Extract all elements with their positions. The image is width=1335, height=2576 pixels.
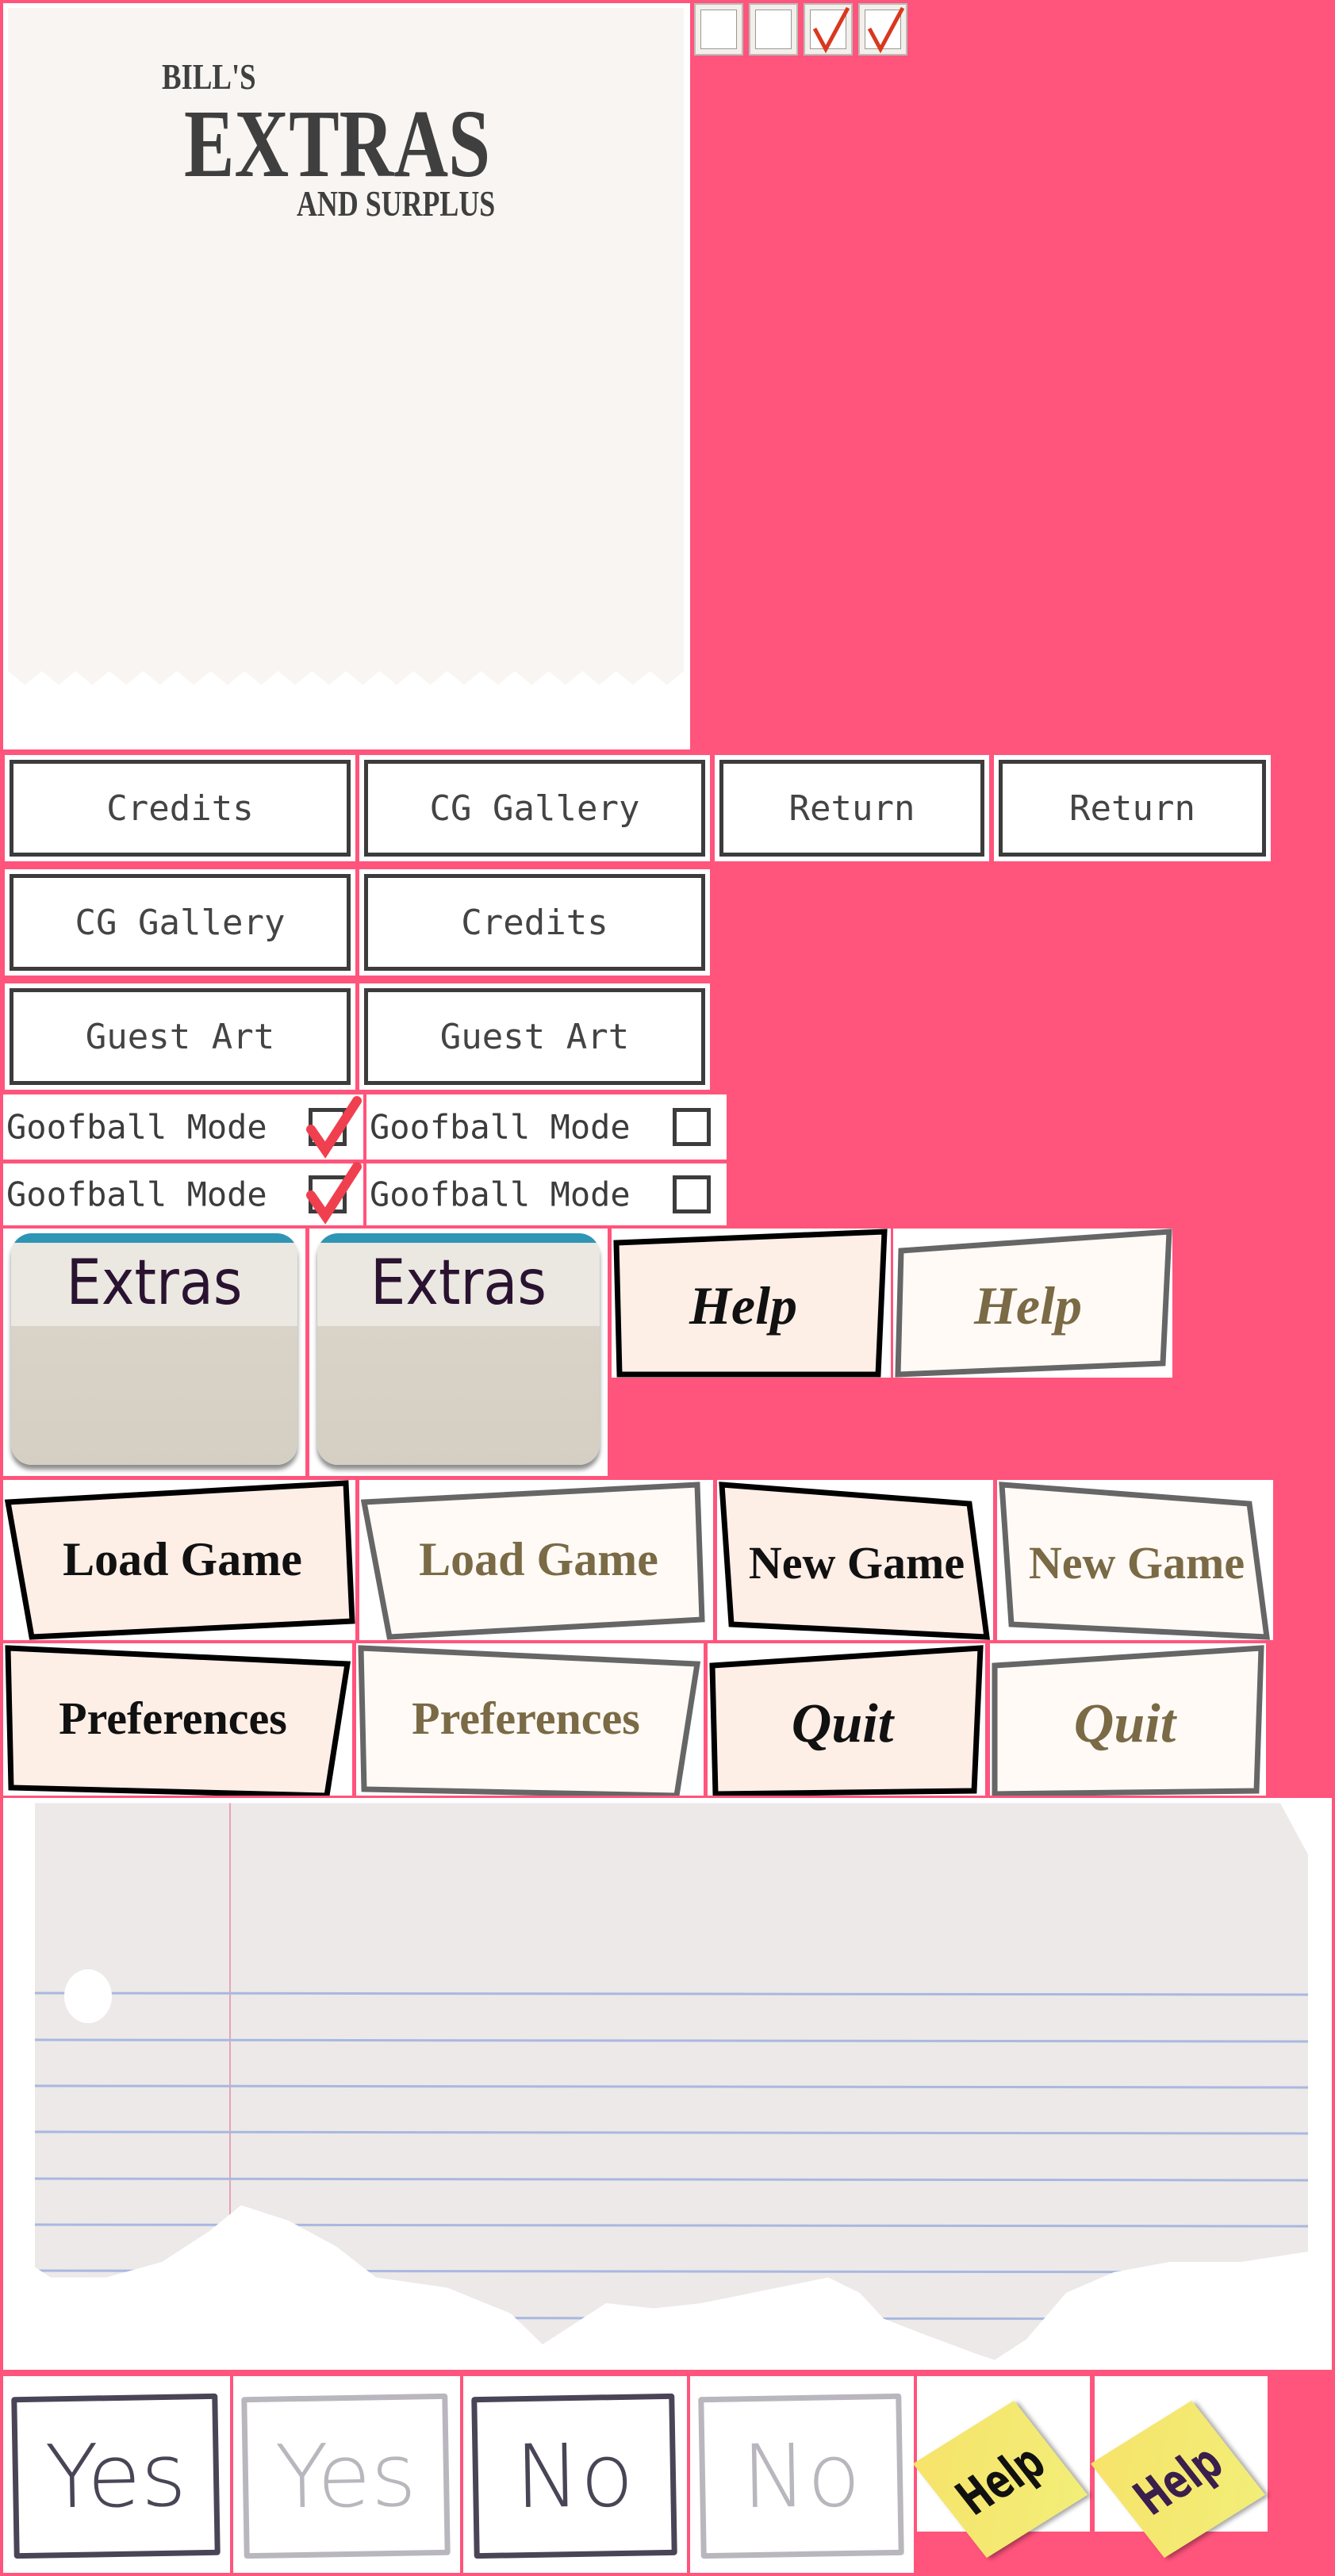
- button-label: Help: [973, 1275, 1082, 1336]
- checkbox-checked[interactable]: [804, 3, 853, 56]
- help-button-idle[interactable]: Help: [893, 1229, 1172, 1378]
- credits-button[interactable]: Credits: [5, 755, 355, 861]
- receipt-panel: BILL'S EXTRAS AND SURPLUS: [3, 3, 690, 749]
- button-label: No: [471, 2393, 677, 2559]
- button-label: CG Gallery: [10, 874, 351, 971]
- yes-button[interactable]: Yes: [3, 2376, 230, 2573]
- toggle-label: Goofball Mode: [370, 1107, 631, 1147]
- new-game-button[interactable]: New Game: [717, 1480, 993, 1640]
- checkbox-unchecked[interactable]: [694, 3, 743, 56]
- new-game-button-idle[interactable]: New Game: [997, 1480, 1273, 1640]
- tab-label: Extras: [66, 1248, 243, 1319]
- checkbox-checked[interactable]: [858, 3, 907, 56]
- button-label: Load Game: [419, 1533, 658, 1585]
- goofball-mode-toggle[interactable]: Goofball Mode: [3, 1162, 363, 1225]
- receipt-title-line3: AND SURPLUS: [297, 183, 496, 224]
- sticky-help-button[interactable]: Help: [912, 2376, 1090, 2559]
- toggle-box: [673, 1108, 711, 1146]
- button-label: Credits: [364, 874, 705, 971]
- return-button[interactable]: Return: [715, 755, 989, 861]
- button-label: Yes: [241, 2393, 451, 2559]
- credits-button[interactable]: Credits: [359, 869, 710, 976]
- checkmark-icon: [867, 6, 905, 54]
- extras-tab[interactable]: Extras: [3, 1229, 305, 1476]
- button-label: Return: [719, 760, 984, 857]
- goofball-mode-toggle[interactable]: Goofball Mode: [366, 1094, 727, 1160]
- checkbox-unchecked[interactable]: [749, 3, 798, 56]
- button-label: New Game: [749, 1537, 965, 1589]
- load-game-button[interactable]: Load Game: [3, 1480, 355, 1640]
- button-label: Help: [689, 1275, 797, 1336]
- toggle-box: [673, 1175, 711, 1213]
- guest-art-button[interactable]: Guest Art: [5, 983, 355, 1090]
- sticky-help-button-hover[interactable]: Help: [1090, 2376, 1268, 2559]
- button-label: Return: [999, 760, 1266, 857]
- toggle-label: Goofball Mode: [6, 1175, 267, 1214]
- button-label: Guest Art: [364, 988, 705, 1085]
- button-label: Help: [1122, 2432, 1233, 2526]
- checkmark-icon: [306, 1162, 362, 1225]
- return-button-hover[interactable]: Return: [994, 755, 1271, 861]
- button-label: Guest Art: [10, 988, 351, 1085]
- load-game-button-idle[interactable]: Load Game: [359, 1480, 713, 1640]
- button-label: Help: [945, 2432, 1056, 2526]
- help-button[interactable]: Help: [612, 1229, 891, 1378]
- toggle-label: Goofball Mode: [370, 1175, 631, 1214]
- button-label: Preferences: [59, 1692, 287, 1744]
- button-label: Yes: [11, 2393, 221, 2559]
- checkmark-icon: [812, 6, 850, 54]
- no-button[interactable]: No: [463, 2376, 687, 2573]
- preferences-button-idle[interactable]: Preferences: [356, 1643, 704, 1796]
- extras-tab-hover[interactable]: Extras: [309, 1229, 608, 1476]
- preferences-button[interactable]: Preferences: [3, 1643, 352, 1796]
- button-label: Load Game: [63, 1533, 302, 1585]
- cg-gallery-button[interactable]: CG Gallery: [359, 755, 710, 861]
- goofball-mode-toggle[interactable]: Goofball Mode: [366, 1163, 727, 1225]
- toggle-label: Goofball Mode: [6, 1107, 267, 1147]
- quit-button-idle[interactable]: Quit: [990, 1643, 1266, 1796]
- tab-label: Extras: [370, 1248, 547, 1319]
- button-label: Preferences: [412, 1692, 640, 1744]
- button-label: Credits: [10, 760, 351, 857]
- yes-button-idle[interactable]: Yes: [233, 2376, 460, 2573]
- button-label: CG Gallery: [364, 760, 705, 857]
- notebook-paper-frame: [3, 1798, 1332, 2370]
- button-label: New Game: [1029, 1537, 1245, 1589]
- button-label: Quit: [792, 1693, 896, 1754]
- goofball-mode-toggle[interactable]: Goofball Mode: [3, 1094, 363, 1160]
- quit-button[interactable]: Quit: [708, 1643, 985, 1796]
- button-label: No: [698, 2393, 904, 2559]
- notebook-paper: [35, 1803, 1308, 2360]
- button-label: Quit: [1074, 1693, 1178, 1754]
- checkmark-icon: [306, 1096, 362, 1159]
- guest-art-button[interactable]: Guest Art: [359, 983, 710, 1090]
- cg-gallery-button[interactable]: CG Gallery: [5, 869, 355, 976]
- no-button-idle[interactable]: No: [690, 2376, 914, 2573]
